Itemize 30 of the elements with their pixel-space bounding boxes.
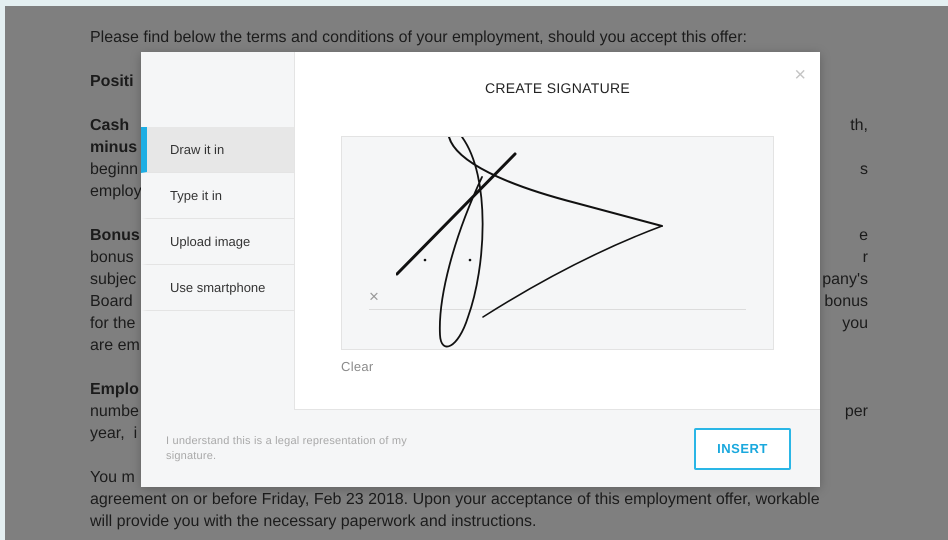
sign-here-mark: × xyxy=(369,287,379,307)
document-text: pany's xyxy=(822,271,868,289)
document-text: th, xyxy=(850,117,868,135)
document-text: numbe xyxy=(90,403,139,421)
document-text: you xyxy=(842,315,868,333)
document-text: Emplo xyxy=(90,381,139,399)
document-text: e xyxy=(859,227,868,245)
document-text: will provide you with the necessary paperwork and instructions. xyxy=(90,513,536,531)
document-text: for the xyxy=(90,315,136,333)
document-text: Board xyxy=(90,293,133,311)
document-text: Cash xyxy=(90,117,130,135)
document-text: subjec xyxy=(90,271,136,289)
document-text: beginn xyxy=(90,161,138,179)
document-text: employ xyxy=(90,183,142,201)
document-text: year, i xyxy=(90,425,138,443)
document-text: per xyxy=(844,403,868,421)
document-text: Please find below the terms and conditions of your employment, should you accept this offer: xyxy=(90,29,747,47)
document-text: bonus xyxy=(824,293,868,311)
document-text: agreement on or before Friday, Feb 23 2018. Upon your acceptance of this employment offer, workable xyxy=(90,491,820,509)
document-text: You m xyxy=(90,469,135,487)
document-text: Bonus xyxy=(90,227,140,245)
document-text: s xyxy=(860,161,868,179)
document-text: r xyxy=(862,249,868,267)
method-tab[interactable]: Draw it in xyxy=(141,127,294,173)
document-text: minus xyxy=(90,139,138,157)
document-text: Positi xyxy=(90,73,134,91)
document-text: are em xyxy=(90,337,140,355)
dialog-title: CREATE SIGNATURE xyxy=(484,80,630,96)
document-text: bonus xyxy=(90,249,134,267)
disclaimer-text: I understand this is a legal representation of my signature. xyxy=(166,434,408,464)
